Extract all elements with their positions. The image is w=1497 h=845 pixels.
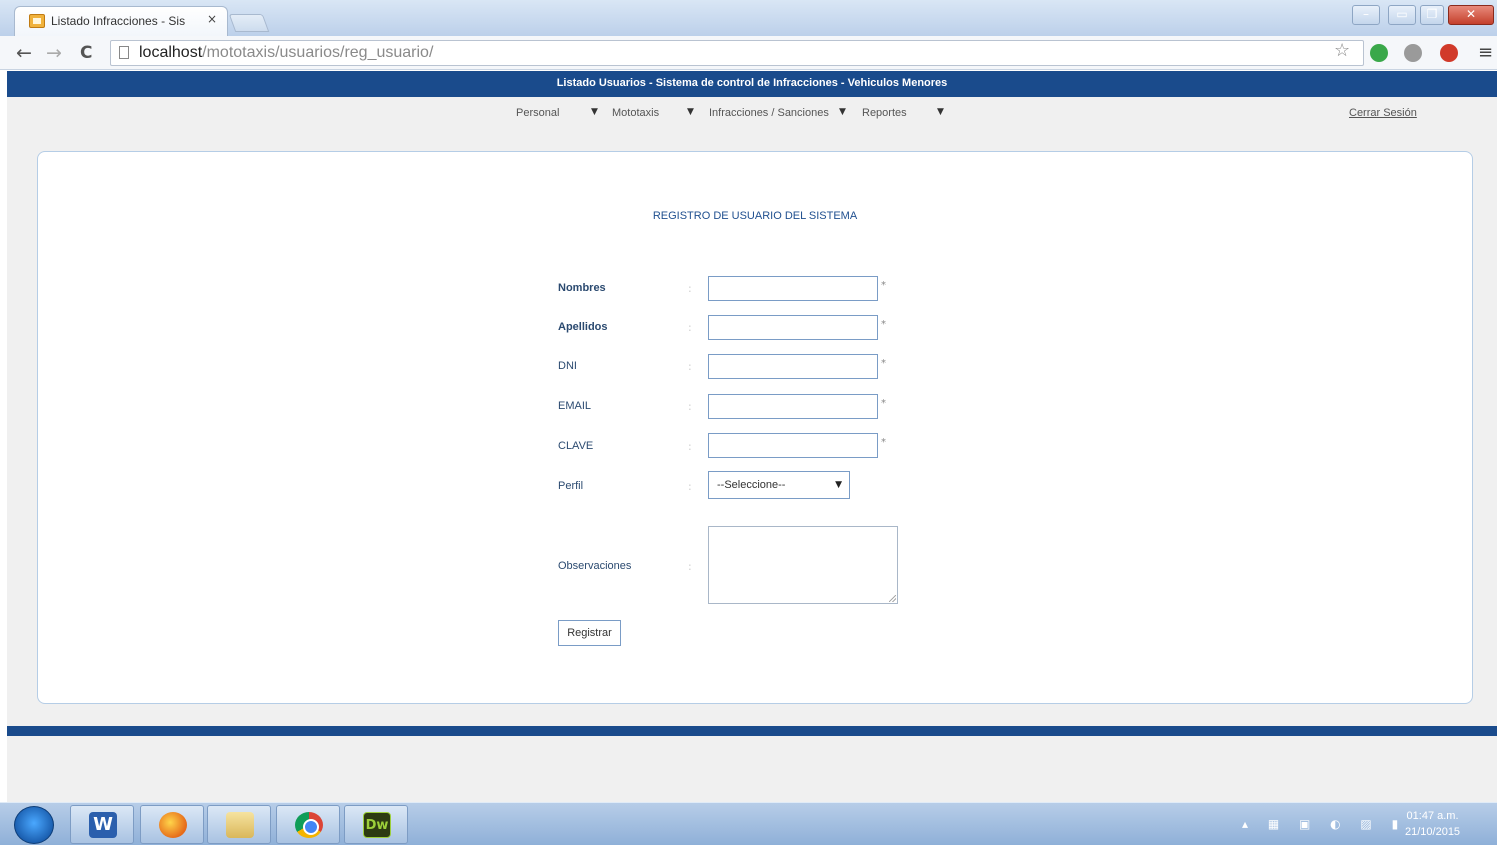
perfil-label: Perfil [558,480,584,492]
required-mark: * [881,358,886,369]
apellidos-label: Apellidos [558,321,608,333]
reload-icon[interactable]: C [80,43,92,63]
window-minimize-button[interactable]: – [1352,5,1380,25]
window-close-button[interactable]: ✕ [1448,5,1494,25]
browser-titlebar: Listado Infracciones - Sis × – ▭ ❐ ✕ [0,0,1497,36]
dni-input[interactable] [708,354,878,379]
folder-icon [226,812,254,838]
chevron-down-icon[interactable]: ▼ [839,107,846,117]
taskbar-word[interactable]: W [70,805,134,844]
footer-bar [7,726,1497,736]
new-tab-button[interactable] [228,14,270,32]
nombres-input[interactable] [708,276,878,301]
clock-time: 01:47 a.m. [1406,810,1459,822]
dreamweaver-icon: Dw [363,812,391,838]
tab-title: Listado Infracciones - Sis [51,14,186,28]
form-title: REGISTRO DE USUARIO DEL SISTEMA [652,210,858,222]
colon: : [688,360,692,373]
colon: : [688,560,692,573]
menu-item-reportes[interactable]: Reportes [862,107,907,119]
window-maximize-button[interactable]: ▭ [1388,5,1416,25]
start-button[interactable] [14,806,54,844]
required-mark: * [881,319,886,330]
nombres-label: Nombres [558,282,606,294]
logout-link[interactable]: Cerrar Sesión [1349,107,1417,119]
colon: : [688,321,692,334]
email-label: EMAIL [558,400,592,412]
resize-grip-icon[interactable] [889,595,896,602]
chevron-down-icon: ▼ [835,480,842,490]
main-menu: Personal ▼ Mototaxis ▼ Infracciones / Sa… [7,97,1497,127]
web-page: Listado Usuarios - Sistema de control de… [7,71,1497,802]
page-title: Listado Usuarios - Sistema de control de… [556,77,948,89]
observaciones-label: Observaciones [558,560,632,572]
clave-input[interactable] [708,433,878,458]
perfil-select-value: --Seleccione-- [717,479,786,491]
colon: : [688,440,692,453]
clock[interactable]: 01:47 a.m. 21/10/2015 [1405,808,1460,840]
extension-green-icon[interactable] [1370,44,1388,62]
apellidos-input[interactable] [708,315,878,340]
registrar-button[interactable]: Registrar [558,620,621,646]
email-input[interactable] [708,394,878,419]
word-icon: W [89,812,117,838]
browser-menu-icon[interactable]: ≡ [1478,42,1493,63]
colon: : [688,400,692,413]
chevron-down-icon[interactable]: ▼ [591,107,598,117]
taskbar-dreamweaver[interactable]: Dw [344,805,408,844]
dni-label: DNI [558,360,577,372]
tab-close-icon[interactable]: × [207,12,217,26]
colon: : [688,282,692,295]
perfil-select[interactable]: --Seleccione-- ▼ [708,471,850,499]
taskbar-chrome[interactable] [276,805,340,844]
colon: : [688,480,692,493]
clock-date: 21/10/2015 [1405,826,1461,838]
chevron-down-icon[interactable]: ▼ [937,107,944,117]
tab-favicon-icon [29,14,45,28]
firefox-icon [159,812,187,838]
window-restore-button[interactable]: ❐ [1420,5,1444,25]
url-host: localhost [139,44,203,61]
address-url: localhost/mototaxis/usuarios/reg_usuario… [139,44,433,62]
menu-item-personal[interactable]: Personal [516,107,559,119]
browser-tab[interactable]: Listado Infracciones - Sis × [14,6,228,36]
bookmark-star-icon[interactable]: ☆ [1334,40,1350,61]
back-icon[interactable]: ← [16,42,32,64]
required-mark: * [881,280,886,291]
menu-item-infracciones[interactable]: Infracciones / Sanciones [709,107,829,119]
clave-label: CLAVE [558,440,594,452]
taskbar-explorer[interactable] [207,805,271,844]
page-header: Listado Usuarios - Sistema de control de… [7,71,1497,97]
required-mark: * [881,437,886,448]
chevron-down-icon[interactable]: ▼ [687,107,694,117]
required-mark: * [881,398,886,409]
forward-icon[interactable]: → [46,42,62,64]
extension-gray-icon[interactable] [1404,44,1422,62]
browser-toolbar: ← → C localhost/mototaxis/usuarios/reg_u… [0,36,1497,70]
taskbar: W Dw ▴ ▦ ▣ ◐ ▨ ▮ 01:47 a.m. 21/10/2015 [0,802,1497,845]
observaciones-textarea[interactable] [708,526,898,604]
form-card: REGISTRO DE USUARIO DEL SISTEMA Nombres … [37,151,1473,704]
url-path: /mototaxis/usuarios/reg_usuario/ [202,44,434,61]
taskbar-firefox[interactable] [140,805,204,844]
system-tray-icons[interactable]: ▴ ▦ ▣ ◐ ▨ ▮ [1242,817,1406,831]
menu-item-mototaxis[interactable]: Mototaxis [612,107,659,119]
chrome-icon [295,812,323,838]
address-bar[interactable]: localhost/mototaxis/usuarios/reg_usuario… [110,40,1364,66]
page-icon [119,46,129,59]
extension-red-icon[interactable] [1440,44,1458,62]
